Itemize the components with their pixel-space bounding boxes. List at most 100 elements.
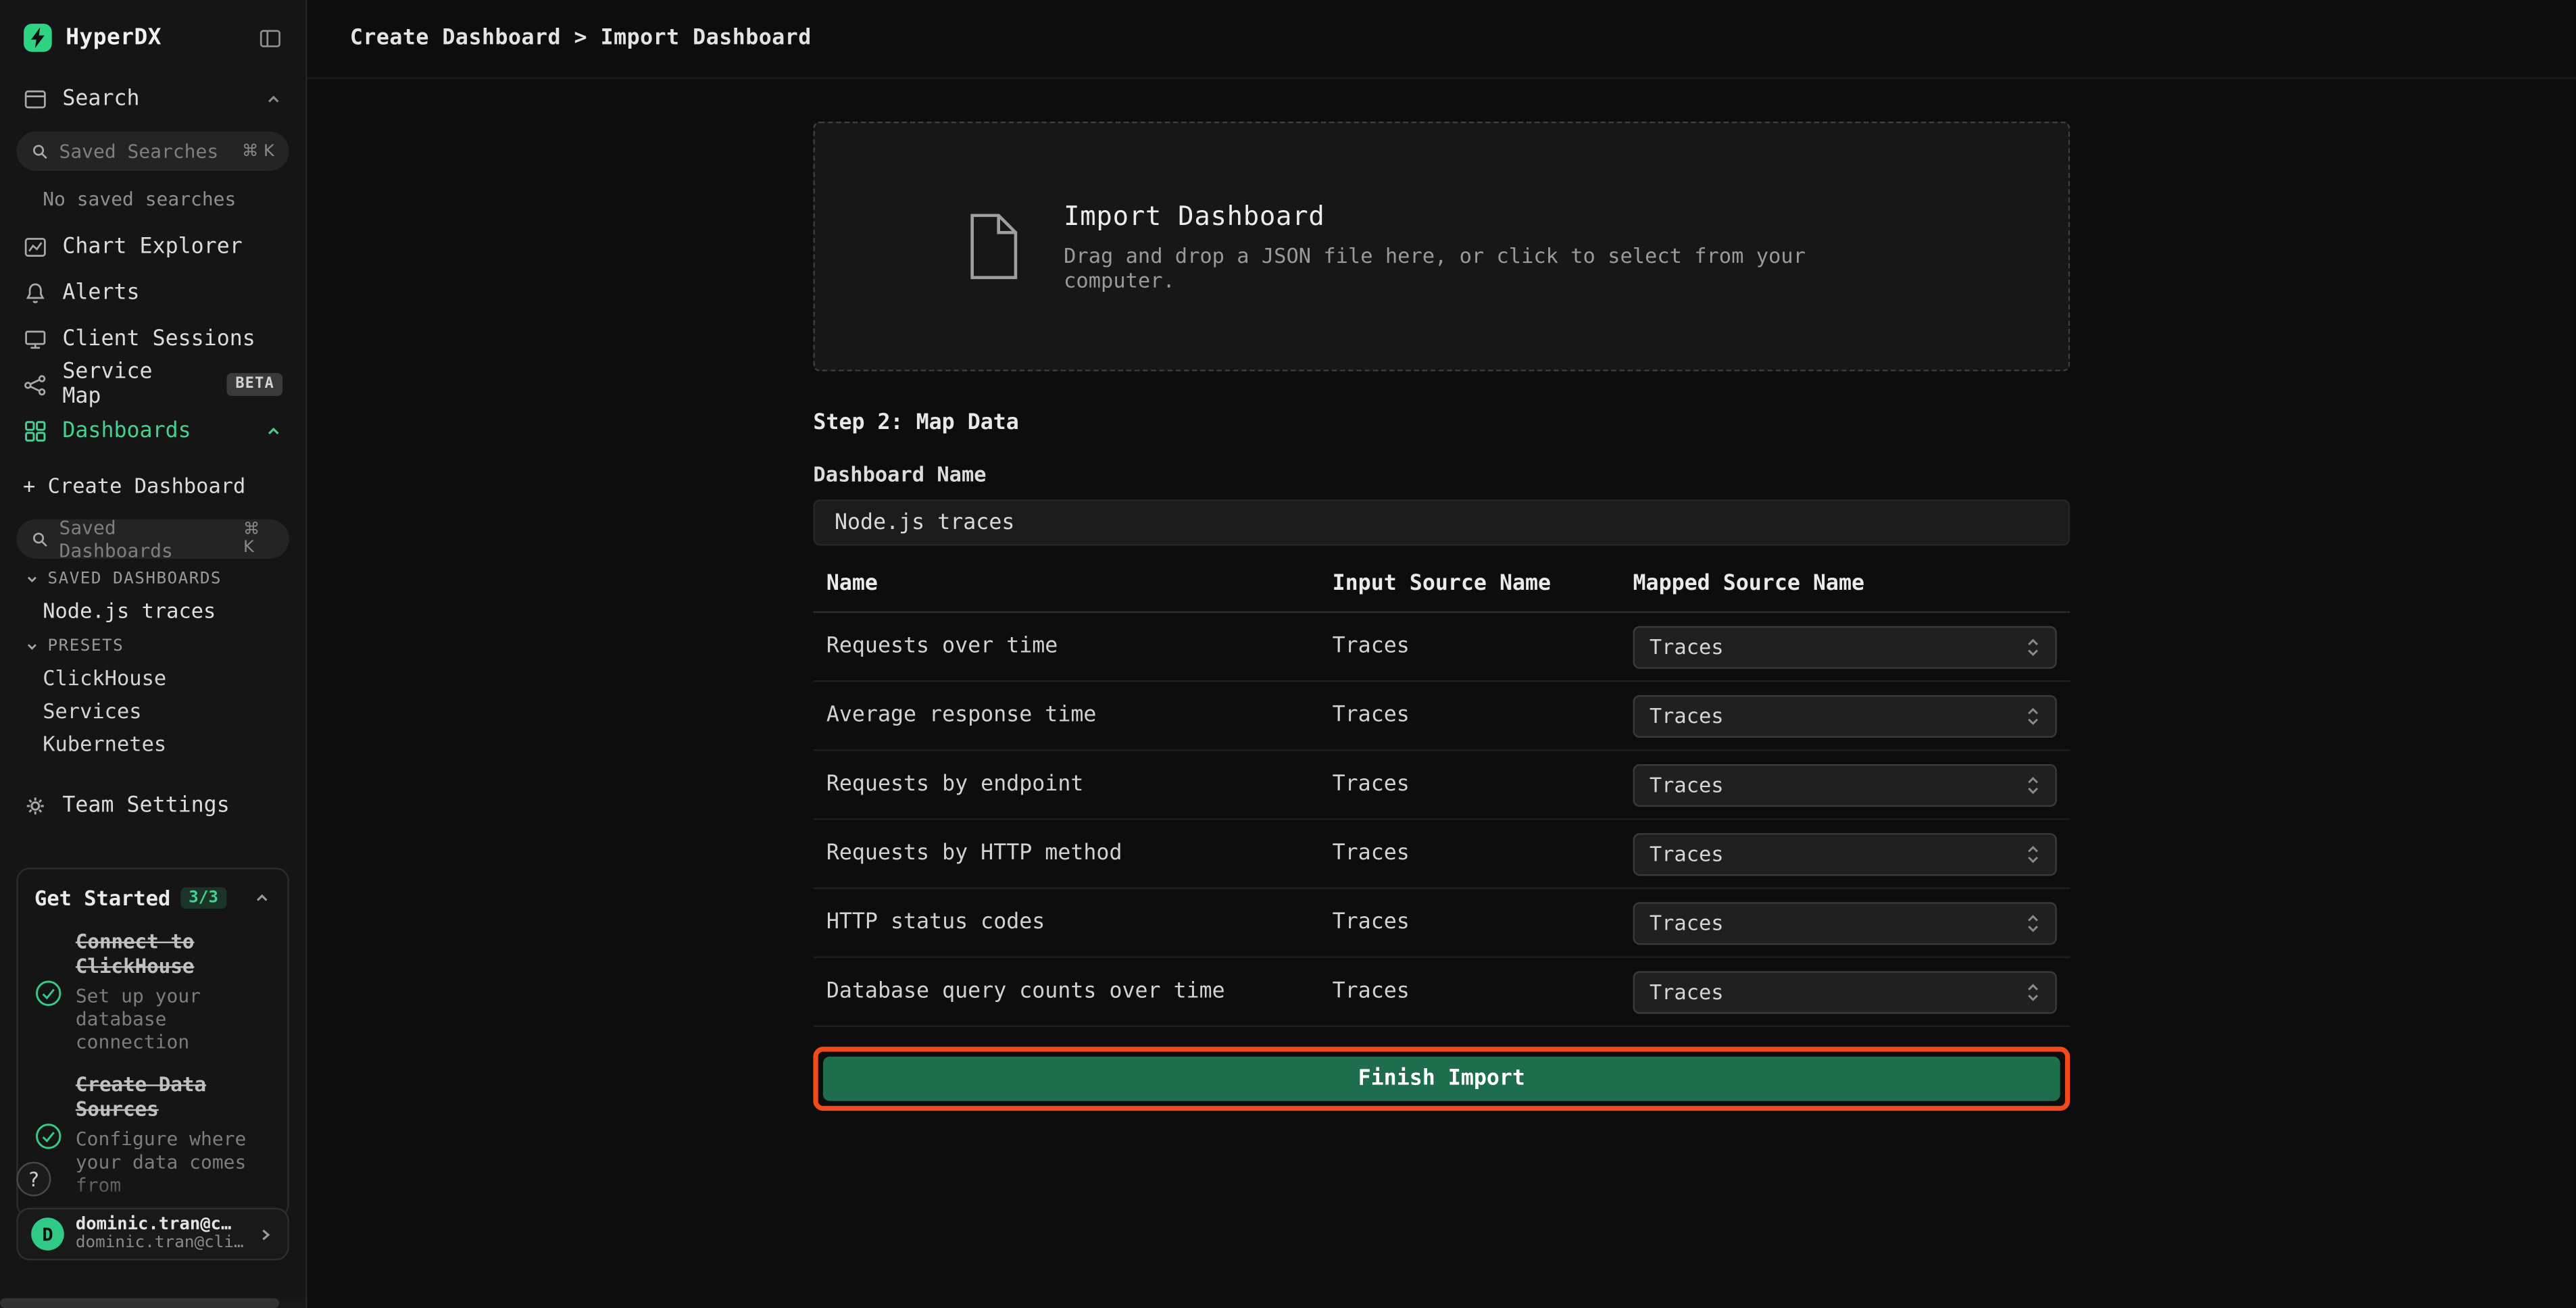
search-icon <box>31 142 49 160</box>
user-email: dominic.tran@cli… <box>76 1234 244 1254</box>
sidebar-item-alerts[interactable]: Alerts <box>0 270 305 316</box>
row-input-source: Traces <box>1333 910 1633 934</box>
user-menu[interactable]: D dominic.tran@c… dominic.tran@cli… <box>16 1208 289 1261</box>
select-value: Traces <box>1650 634 1724 659</box>
presets-section-header[interactable]: PRESETS <box>0 626 305 661</box>
help-button[interactable]: ? <box>16 1162 51 1197</box>
create-dashboard-button[interactable]: + Create Dashboard <box>0 460 305 509</box>
sidebar-item-label: Chart Explorer <box>62 234 242 259</box>
select-value: Traces <box>1650 910 1724 934</box>
chevron-right-icon <box>256 1225 274 1243</box>
sidebar-item-label: Service Map <box>62 360 199 409</box>
chevron-down-icon <box>24 572 39 586</box>
app-title: HyperDX <box>66 24 162 51</box>
column-header-name: Name <box>813 572 1332 596</box>
search-window-icon <box>23 86 47 111</box>
select-chevrons-icon <box>2026 773 2041 796</box>
file-icon <box>965 212 1021 281</box>
mapping-table: Name Input Source Name Mapped Source Nam… <box>813 572 2070 1027</box>
row-input-source: Traces <box>1333 980 1633 1004</box>
row-name: Average response time <box>813 703 1332 728</box>
row-input-source: Traces <box>1333 841 1633 865</box>
chart-explorer-icon <box>23 234 47 259</box>
mapped-source-select[interactable]: Traces <box>1633 901 2057 944</box>
shortcut-badge: ⌘ K <box>242 142 274 160</box>
get-started-header[interactable]: Get Started 3/3 <box>34 886 271 910</box>
search-icon <box>31 530 49 548</box>
sidebar-item-chart-explorer[interactable]: Chart Explorer <box>0 224 305 270</box>
select-value: Traces <box>1650 841 1724 865</box>
dropzone-title: Import Dashboard <box>1064 201 1918 232</box>
dropzone-subtitle: Drag and drop a JSON file here, or click… <box>1064 243 1918 293</box>
topbar: Create Dashboard > Import Dashboard <box>307 0 2576 79</box>
get-started-progress-badge: 3/3 <box>180 887 226 909</box>
bell-icon <box>23 280 47 305</box>
get-started-item-title: Connect to ClickHouse <box>76 930 247 980</box>
saved-dashboard-item-nodejs-traces[interactable]: Node.js traces <box>0 593 305 626</box>
sidebar-item-team-settings[interactable]: Team Settings <box>0 782 305 828</box>
mapped-source-select[interactable]: Traces <box>1633 763 2057 806</box>
row-input-source: Traces <box>1333 634 1633 659</box>
service-map-icon <box>23 372 47 397</box>
dashboard-name-input[interactable] <box>813 499 2070 545</box>
sidebar-item-dashboards[interactable]: Dashboards <box>0 407 305 453</box>
chevron-up-icon <box>264 422 282 440</box>
row-name: Requests by endpoint <box>813 772 1332 797</box>
section-header-label: PRESETS <box>48 638 124 656</box>
sidebar-item-label: Search <box>62 86 139 111</box>
mapped-source-select[interactable]: Traces <box>1633 970 2057 1013</box>
saved-searches-placeholder: Saved Searches <box>59 140 219 163</box>
row-name: HTTP status codes <box>813 910 1332 934</box>
row-name: Database query counts over time <box>813 980 1332 1004</box>
scrollbar-thumb[interactable] <box>0 1298 279 1308</box>
sidebar-item-service-map[interactable]: Service Map BETA <box>0 361 305 407</box>
select-value: Traces <box>1650 980 1724 1004</box>
avatar: D <box>31 1217 64 1251</box>
main-area: Create Dashboard > Import Dashboard Impo… <box>307 0 2576 1308</box>
table-row: HTTP status codes Traces Traces <box>813 889 2070 958</box>
step-label: Step 2: Map Data <box>813 411 2070 435</box>
preset-item-clickhouse[interactable]: ClickHouse <box>0 661 305 694</box>
mapped-source-select[interactable]: Traces <box>1633 625 2057 668</box>
gear-icon <box>23 793 47 818</box>
get-started-card: Get Started 3/3 Connect to ClickHouse Se… <box>16 867 289 1217</box>
select-chevrons-icon <box>2026 842 2041 865</box>
mapped-source-select[interactable]: Traces <box>1633 695 2057 737</box>
preset-item-services[interactable]: Services <box>0 693 305 726</box>
sidebar-item-client-sessions[interactable]: Client Sessions <box>0 316 305 361</box>
sidebar-item-search[interactable]: Search <box>0 76 305 122</box>
tree-item-label: Node.js traces <box>43 597 216 622</box>
table-row: Average response time Traces Traces <box>813 682 2070 751</box>
get-started-item-connect-clickhouse[interactable]: Connect to ClickHouse Set up your databa… <box>34 930 271 1053</box>
dashboard-name-label: Dashboard Name <box>813 461 2070 486</box>
saved-searches-input[interactable]: Saved Searches ⌘ K <box>16 132 289 171</box>
saved-dashboards-input[interactable]: Saved Dashboards ⌘ K <box>16 520 289 559</box>
get-started-item-create-sources[interactable]: Create Data Sources Configure where your… <box>34 1073 271 1196</box>
preset-item-kubernetes[interactable]: Kubernetes <box>0 726 305 759</box>
sidebar-item-label: Client Sessions <box>62 326 255 351</box>
row-name: Requests over time <box>813 634 1332 659</box>
mapped-source-select[interactable]: Traces <box>1633 832 2057 875</box>
hyperdx-logo-icon <box>23 23 53 53</box>
select-value: Traces <box>1650 703 1724 728</box>
shortcut-badge: ⌘ K <box>243 521 274 557</box>
chevron-down-icon <box>24 639 39 654</box>
check-circle-icon <box>34 932 62 1053</box>
sidebar-item-label: Dashboards <box>62 418 191 443</box>
sidebar: HyperDX Search Saved Searches ⌘ K No sav… <box>0 0 307 1308</box>
collapse-sidebar-icon[interactable] <box>258 26 282 50</box>
sidebar-header: HyperDX <box>0 0 305 76</box>
annotation-highlight: Finish Import <box>813 1047 2070 1111</box>
table-row: Requests by HTTP method Traces Traces <box>813 820 2070 889</box>
content: Import Dashboard Drag and drop a JSON fi… <box>307 79 2576 1308</box>
sidebar-horizontal-scrollbar[interactable] <box>0 1298 305 1308</box>
table-header-row: Name Input Source Name Mapped Source Nam… <box>813 572 2070 613</box>
finish-import-button[interactable]: Finish Import <box>823 1057 2060 1101</box>
select-value: Traces <box>1650 772 1724 797</box>
import-dropzone[interactable]: Import Dashboard Drag and drop a JSON fi… <box>813 122 2070 372</box>
get-started-item-title: Create Data Sources <box>76 1073 247 1122</box>
saved-dashboards-section-header[interactable]: SAVED DASHBOARDS <box>0 559 305 593</box>
create-dashboard-label: + Create Dashboard <box>23 472 245 497</box>
get-started-item-desc: Set up your database connection <box>76 984 256 1053</box>
sidebar-item-label: Alerts <box>62 280 139 305</box>
